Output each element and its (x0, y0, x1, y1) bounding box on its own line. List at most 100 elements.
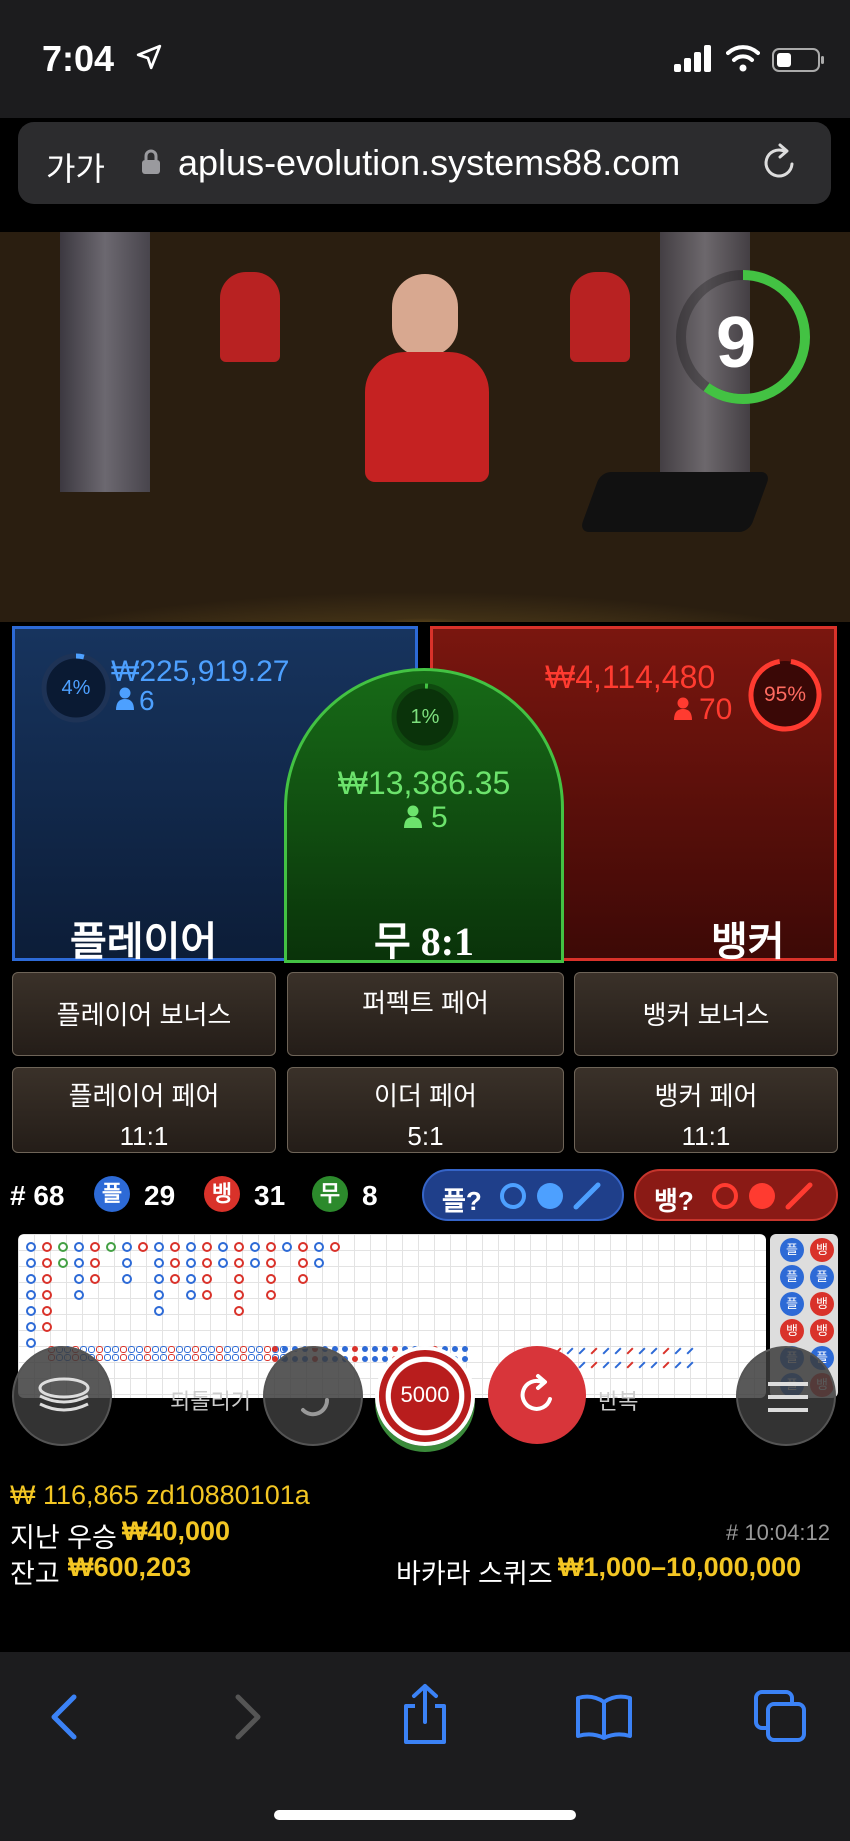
banker-predict-button[interactable]: 뱅? (634, 1169, 838, 1221)
player-pair-odds: 11:1 (119, 1121, 169, 1151)
chip-stack-button[interactable] (12, 1346, 112, 1446)
road-mark (266, 1242, 276, 1252)
banker-pair-button[interactable]: 뱅커 페어 11:1 (574, 1067, 838, 1153)
derived-road-mark (626, 1361, 634, 1369)
banker-win-count: 31 (254, 1180, 286, 1211)
reload-icon[interactable] (760, 142, 800, 184)
road-mark (26, 1306, 36, 1316)
undo-button[interactable] (263, 1346, 363, 1446)
road-mark (282, 1242, 292, 1252)
derived-road-mark (590, 1361, 598, 1369)
derived-road-mark (192, 1354, 199, 1361)
road-mark (42, 1274, 52, 1284)
derived-road-mark (342, 1346, 348, 1352)
road-mark (122, 1274, 132, 1284)
player-pair-button[interactable]: 플레이어 페어 11:1 (12, 1067, 276, 1153)
road-mark (202, 1274, 212, 1284)
road-mark (186, 1274, 196, 1284)
derived-road-mark (144, 1346, 151, 1353)
forward-icon[interactable] (228, 1692, 268, 1742)
road-mark (26, 1322, 36, 1332)
derived-road-mark (152, 1354, 159, 1361)
road-mark (170, 1258, 180, 1268)
chip-stack-icon (38, 1377, 90, 1412)
road-mark (250, 1258, 260, 1268)
derived-road-mark (144, 1354, 151, 1361)
road-mark (202, 1258, 212, 1268)
road-mark (154, 1258, 164, 1268)
derived-road-mark (372, 1346, 378, 1352)
player-percent: 4% (61, 677, 91, 699)
text-size-button[interactable]: 가가 (46, 144, 105, 190)
derived-road-mark (184, 1346, 191, 1353)
derived-road-mark (88, 1346, 95, 1353)
table-name: 바카라 스퀴즈 (396, 1559, 553, 1589)
player-bonus-label: 플레이어 보너스 (56, 1000, 232, 1030)
either-pair-button[interactable]: 이더 페어 5:1 (287, 1067, 564, 1153)
menu-button[interactable] (736, 1346, 836, 1446)
road-mark (90, 1258, 100, 1268)
derived-road-mark (462, 1346, 468, 1352)
derived-road-mark (686, 1347, 694, 1355)
road-mark (42, 1290, 52, 1300)
url-text[interactable]: aplus-evolution.systems88.com (178, 142, 680, 184)
banker-bonus-button[interactable]: 뱅커 보너스 (574, 972, 838, 1056)
derived-road-mark (352, 1346, 358, 1352)
road-mark (170, 1274, 180, 1284)
repeat-button[interactable] (488, 1346, 586, 1444)
balance-line: ₩ 116,865 zd10880101a (10, 1480, 310, 1510)
banker-label: 뱅커 (711, 920, 785, 964)
home-indicator (274, 1810, 576, 1820)
derived-road-mark (160, 1354, 167, 1361)
share-icon[interactable] (398, 1682, 452, 1746)
derived-road-mark (392, 1346, 398, 1352)
balance-amount: ₩600,203 (68, 1552, 192, 1582)
derived-road-mark (232, 1346, 239, 1353)
derived-road-mark (248, 1346, 255, 1353)
road-mark (186, 1242, 196, 1252)
tabs-icon[interactable] (752, 1688, 808, 1744)
road-mark (154, 1242, 164, 1252)
perfect-pair-button[interactable]: 퍼펙트 페어 (287, 972, 564, 1056)
bet-limits: ₩1,000–10,000,000 (558, 1552, 802, 1582)
bead-road-mark: 플 (780, 1292, 804, 1316)
bookmarks-icon[interactable] (574, 1692, 634, 1742)
derived-road-mark (674, 1347, 682, 1355)
player-bonus-button[interactable]: 플레이어 보너스 (12, 972, 276, 1056)
derived-road-mark (224, 1346, 231, 1353)
banker-bonus-label: 뱅커 보너스 (642, 1000, 770, 1030)
derived-road-mark (272, 1346, 278, 1352)
road-mark (122, 1258, 132, 1268)
hamburger-menu-icon (768, 1382, 808, 1412)
derived-road-mark (452, 1346, 458, 1352)
road-mark (26, 1242, 36, 1252)
player-predict-button[interactable]: 플? (422, 1169, 624, 1221)
undo-icon (301, 1398, 330, 1417)
banker-percent: 95% (763, 683, 807, 706)
either-pair-odds: 5:1 (407, 1121, 444, 1151)
tie-bet-zone[interactable]: 1% ₩13,386.35 5 무 8:1 (284, 668, 564, 964)
background-pillar (60, 232, 150, 492)
derived-road-mark (216, 1346, 223, 1353)
round-number: # 68 (10, 1180, 65, 1211)
perfect-pair-label: 퍼펙트 페어 (362, 988, 489, 1018)
tie-percent: 1% (410, 706, 440, 728)
status-bar: 7:04 (0, 0, 850, 118)
balance-label: 잔고 (10, 1559, 60, 1589)
derived-road-mark (590, 1347, 598, 1355)
derived-road-mark (248, 1354, 255, 1361)
derived-road-mark (176, 1346, 183, 1353)
road-mark (58, 1258, 68, 1268)
derived-road-mark (160, 1346, 167, 1353)
derived-road-mark (626, 1347, 634, 1355)
chip-selector[interactable]: 5000 (375, 1346, 475, 1446)
bead-road-mark: 플 (780, 1265, 804, 1289)
derived-road-mark (208, 1346, 215, 1353)
back-icon[interactable] (44, 1692, 84, 1742)
address-bar[interactable]: 가가 aplus-evolution.systems88.com (18, 122, 831, 204)
road-mark (154, 1306, 164, 1316)
repeat-icon (520, 1374, 552, 1411)
derived-road-mark (382, 1346, 388, 1352)
background-dealer (570, 272, 630, 362)
derived-road-mark (264, 1354, 271, 1361)
